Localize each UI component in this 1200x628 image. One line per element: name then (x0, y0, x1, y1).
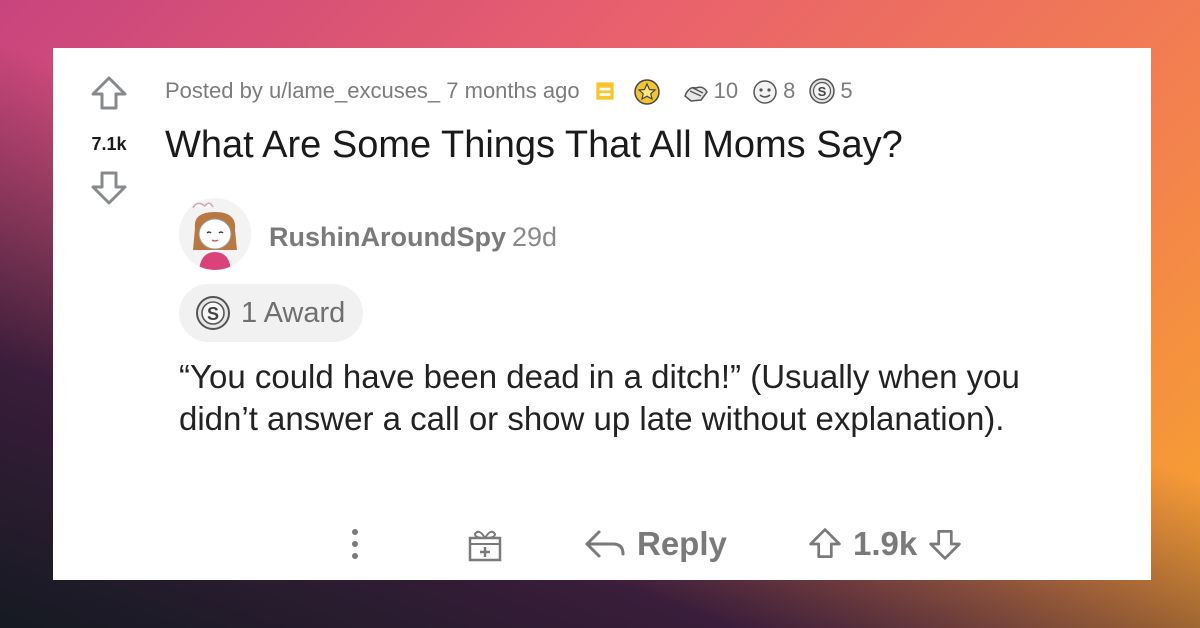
award-count: 10 (713, 78, 739, 103)
comment-age: 29d (512, 222, 558, 252)
reply-arrow-icon (585, 530, 625, 558)
award-helpful[interactable]: 10 (681, 76, 738, 106)
post-vote-column: 7.1k (83, 74, 135, 207)
silver-award-icon: S (196, 296, 230, 330)
gold-star-award-icon (633, 79, 660, 105)
more-options-button[interactable] (349, 514, 361, 574)
comment-score: 1.9k (853, 525, 918, 562)
comment-vote: 1.9k (807, 514, 963, 574)
posted-by-text[interactable]: Posted by u/lame_excuses_ 7 months ago (165, 78, 580, 104)
gift-icon (468, 530, 502, 562)
give-award-button[interactable] (465, 514, 505, 574)
award-silver[interactable]: S 5 (807, 76, 853, 106)
more-dots-icon (352, 529, 358, 559)
reply-button[interactable]: Reply (583, 514, 727, 574)
upvote-arrow-icon[interactable] (89, 74, 129, 114)
post-title[interactable]: What Are Some Things That All Moms Say? (165, 124, 903, 167)
avatar[interactable] (179, 198, 251, 270)
award-gold[interactable] (632, 76, 665, 106)
award-wholesome[interactable]: 8 (750, 76, 795, 106)
award-count: 8 (783, 78, 796, 103)
award-count: 5 (840, 78, 853, 103)
downvote-arrow-icon[interactable] (927, 526, 963, 562)
yellow-bar-icon (595, 82, 614, 100)
comment-username[interactable]: RushinAroundSpy (269, 222, 506, 252)
comment-author[interactable]: RushinAroundSpy 29d (269, 222, 557, 253)
avatar-image (179, 198, 251, 270)
award-pill-label: 1 Award (241, 296, 346, 329)
post-vote-score: 7.1k (91, 134, 127, 154)
comment-award-pill[interactable]: S 1 Award (179, 284, 364, 342)
silver-award-icon: S (809, 78, 836, 104)
upvote-arrow-icon[interactable] (807, 526, 843, 562)
reddit-post-card: 7.1k Posted by u/lame_excuses_ 7 months … (53, 48, 1151, 580)
comment-body: “You could have been dead in a ditch!” (… (179, 358, 1020, 437)
comment-actions: Reply 1.9k (179, 514, 1059, 574)
helpful-hands-award-icon (683, 86, 708, 102)
reply-label: Reply (637, 525, 727, 562)
svg-text:S: S (818, 84, 827, 99)
svg-text:S: S (207, 304, 219, 324)
downvote-arrow-icon[interactable] (89, 167, 129, 207)
post-meta: Posted by u/lame_excuses_ 7 months ago 1… (165, 74, 853, 108)
wholesome-award-icon (753, 80, 777, 104)
